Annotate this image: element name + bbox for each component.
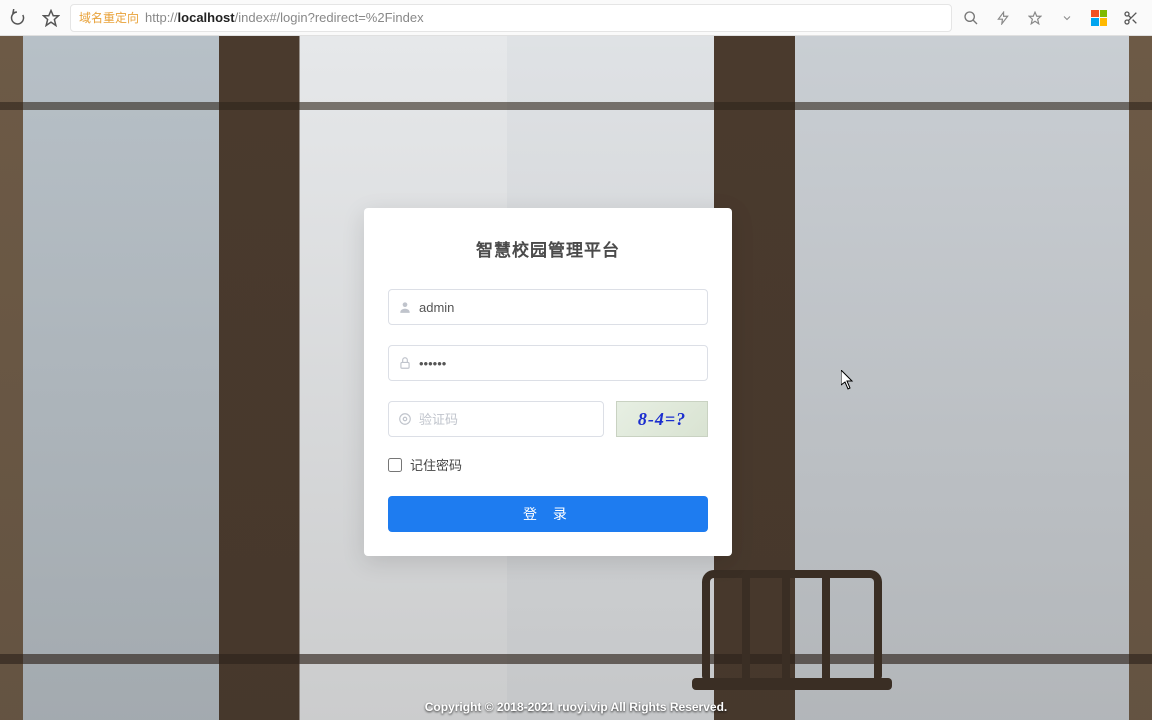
username-input[interactable] <box>388 289 708 325</box>
remember-checkbox[interactable] <box>388 458 402 472</box>
microsoft-logo-icon[interactable] <box>1086 5 1112 31</box>
login-title: 智慧校园管理平台 <box>388 236 708 261</box>
url-text: http://localhost/index#/login?redirect=%… <box>145 10 424 25</box>
user-icon <box>398 300 412 314</box>
chevron-down-icon[interactable] <box>1054 5 1080 31</box>
captcha-field-wrap <box>388 401 604 437</box>
scissors-icon[interactable] <box>1118 5 1144 31</box>
captcha-image[interactable]: 8-4=? <box>616 401 708 437</box>
login-button[interactable]: 登 录 <box>388 496 708 532</box>
password-input[interactable] <box>388 345 708 381</box>
password-field-wrap <box>388 345 708 381</box>
bg-decoration <box>0 654 1152 664</box>
back-icon[interactable] <box>6 5 32 31</box>
browser-toolbar: 域名重定向 http://localhost/index#/login?redi… <box>0 0 1152 36</box>
remember-checkbox-wrap[interactable]: 记住密码 <box>388 455 708 474</box>
footer-copyright: Copyright © 2018-2021 ruoyi.vip All Righ… <box>0 700 1152 714</box>
favorite-star-icon[interactable] <box>38 5 64 31</box>
username-field-wrap <box>388 289 708 325</box>
login-page: 智慧校园管理平台 8-4=? 记住密码 <box>0 36 1152 720</box>
lightning-icon[interactable] <box>990 5 1016 31</box>
bg-decoration <box>0 102 1152 110</box>
search-icon[interactable] <box>958 5 984 31</box>
cursor-icon <box>841 370 855 390</box>
lock-icon <box>398 356 412 370</box>
bookmark-star-icon[interactable] <box>1022 5 1048 31</box>
redirect-tag: 域名重定向 <box>79 9 139 26</box>
captcha-row: 8-4=? <box>388 401 708 437</box>
toolbar-right <box>958 5 1146 31</box>
remember-label: 记住密码 <box>410 455 462 474</box>
captcha-input[interactable] <box>388 401 604 437</box>
login-card: 智慧校园管理平台 8-4=? 记住密码 <box>364 208 732 556</box>
address-bar[interactable]: 域名重定向 http://localhost/index#/login?redi… <box>70 4 952 32</box>
shield-icon <box>398 412 412 426</box>
